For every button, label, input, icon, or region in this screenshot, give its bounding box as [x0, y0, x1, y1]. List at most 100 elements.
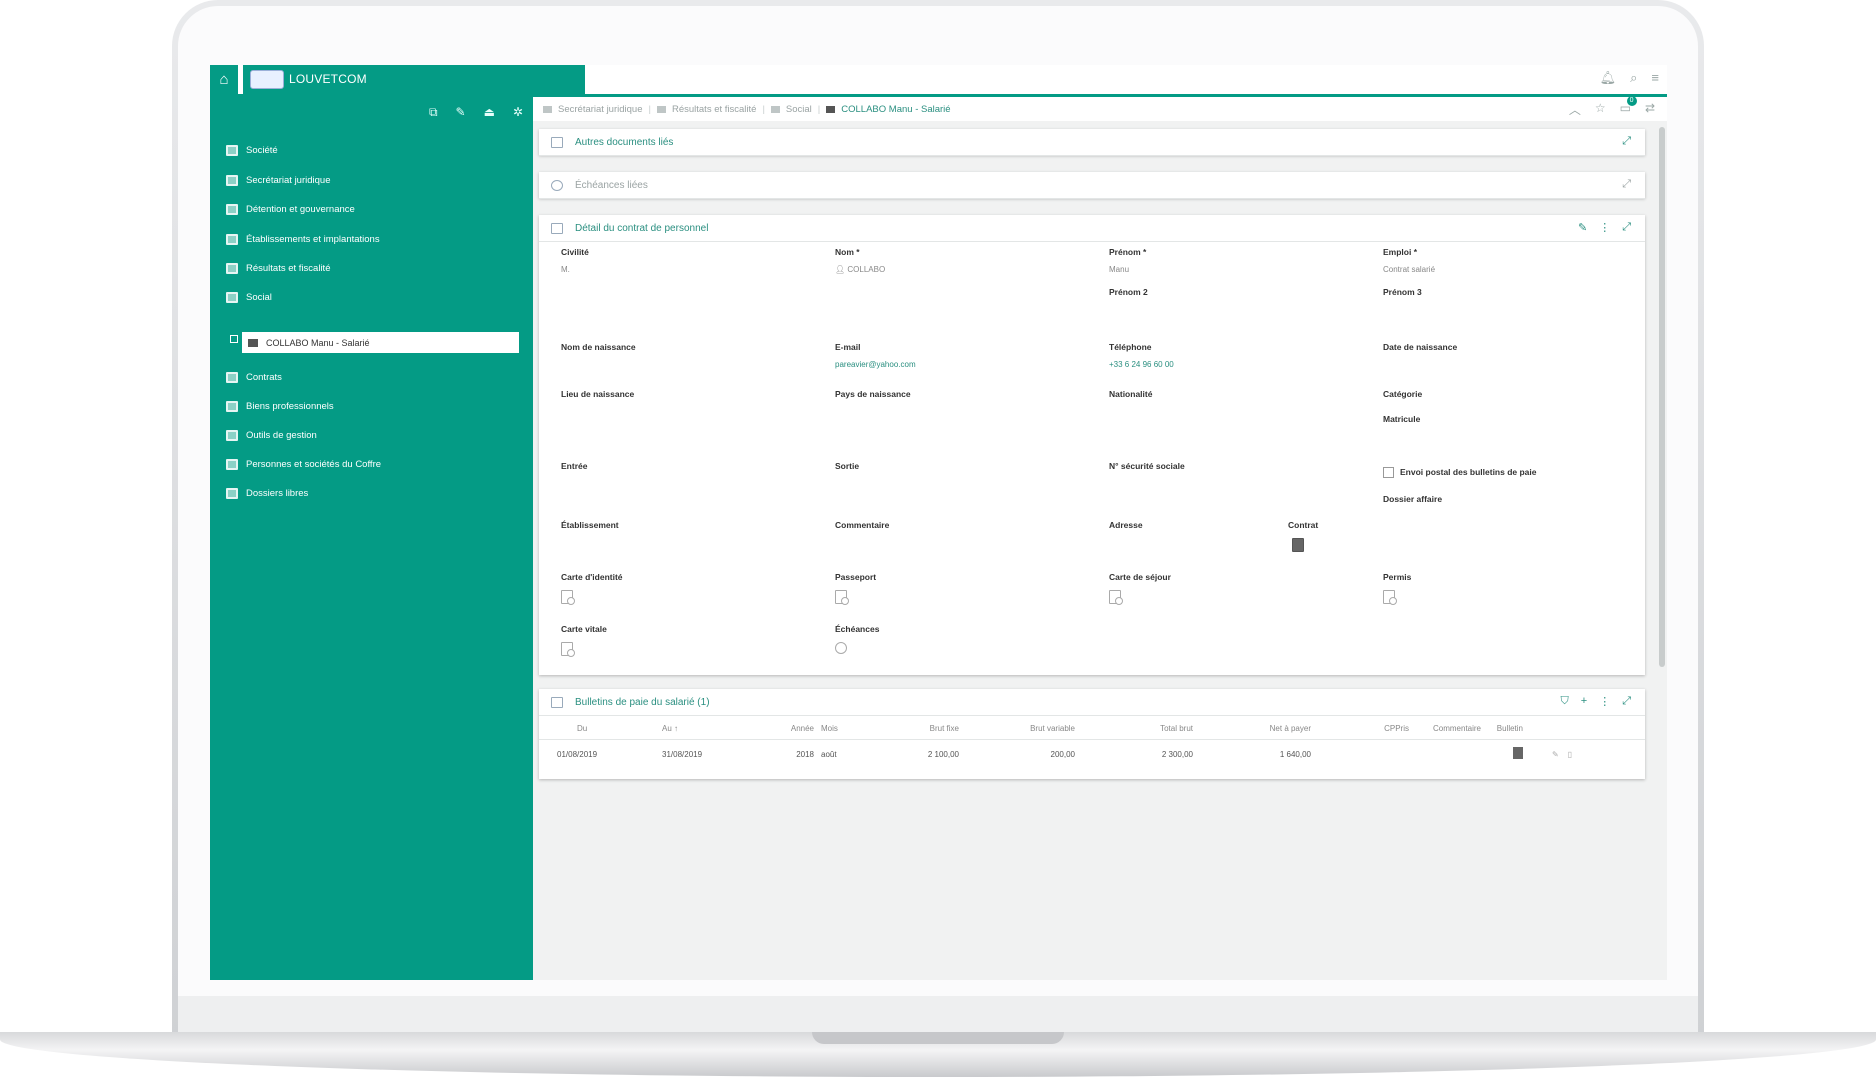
field-label: Passeport: [835, 572, 877, 582]
panel-autres-documents: Autres documents liés ⤢: [539, 129, 1645, 156]
more-vert-icon[interactable]: ⋮: [1599, 221, 1610, 234]
sidebar-subitem-label: COLLABO Manu - Salarié: [266, 337, 370, 348]
column-header[interactable]: Mois: [815, 717, 902, 740]
sidebar-item-biens[interactable]: Biens professionnels: [226, 401, 334, 412]
field-label: Pays de naissance: [835, 389, 911, 399]
sidebar-item-resultats[interactable]: Résultats et fiscalité: [226, 263, 330, 274]
column-header[interactable]: Année: [783, 717, 815, 740]
column-header[interactable]: Brut fixe: [902, 717, 960, 740]
panel-header: Bulletins de paie du salarié (1) ⛉ + ⋮ ⤢: [539, 689, 1645, 716]
upload-file-icon[interactable]: [1109, 590, 1123, 605]
field-categorie: Catégorie: [1383, 389, 1422, 399]
sidebar-item-label: Établissements et implantations: [246, 234, 380, 245]
field-value-wrap: 👤︎ COLLABO: [835, 265, 885, 274]
sidebar-item-etablissements[interactable]: Établissements et implantations: [226, 234, 380, 245]
breadcrumb-link[interactable]: Secrétariat juridique: [558, 104, 643, 115]
sidebar-item-contrats[interactable]: Contrats: [226, 372, 282, 383]
sidebar-subitem-collabo[interactable]: COLLABO Manu - Salarié: [242, 332, 519, 353]
filter-icon[interactable]: ⛉: [1561, 695, 1569, 708]
expand-icon[interactable]: ⤢: [1622, 695, 1631, 708]
phone-link[interactable]: +33 6 24 96 60 00: [1109, 360, 1174, 369]
upload-file-icon[interactable]: [561, 642, 575, 657]
edit-icon[interactable]: ✎: [1578, 221, 1587, 234]
home-button[interactable]: ⌂: [210, 65, 238, 94]
column-header[interactable]: Bulletin: [1482, 717, 1524, 740]
envoi-postal-checkbox[interactable]: [1383, 467, 1394, 479]
field-permis: Permis: [1383, 572, 1412, 605]
column-header[interactable]: Commentaire: [1410, 717, 1482, 740]
menu-icon[interactable]: ≡: [1651, 70, 1659, 86]
column-header[interactable]: Net à payer: [1194, 717, 1312, 740]
field-telephone: Téléphone +33 6 24 96 60 00: [1109, 342, 1174, 369]
expand-icon[interactable]: ⤢: [1622, 178, 1631, 191]
comments-icon[interactable]: ▭ 0: [1620, 96, 1637, 118]
sidebar-item-personnes[interactable]: Personnes et sociétés du Coffre: [226, 459, 381, 470]
sidebar-item-outils[interactable]: Outils de gestion: [226, 430, 317, 441]
alarm-icon[interactable]: [835, 642, 847, 654]
sidebar-item-social[interactable]: Social: [226, 292, 272, 303]
payslip-icon: [551, 696, 563, 708]
chevron-up-icon[interactable]: ︿: [1569, 101, 1581, 118]
upload-file-icon[interactable]: [835, 590, 849, 605]
field-echeances: Échéances: [835, 624, 879, 654]
add-icon[interactable]: +: [1581, 695, 1587, 708]
folder-icon: [226, 204, 238, 215]
sidebar-item-societe[interactable]: Société: [226, 145, 278, 156]
cell-annee: 2018: [796, 749, 814, 759]
field-label: Prénom *: [1109, 247, 1147, 257]
field-label: Téléphone: [1109, 342, 1152, 352]
upload-file-icon[interactable]: [561, 590, 575, 605]
panel-header[interactable]: Autres documents liés ⤢: [539, 129, 1645, 156]
panel-actions: ⤢: [1622, 135, 1631, 148]
breadcrumb-link[interactable]: Social: [786, 104, 812, 115]
bell-icon[interactable]: 🔔︎: [1600, 70, 1617, 86]
folder-icon: [226, 459, 238, 470]
edit-icon[interactable]: ✎: [1552, 750, 1559, 759]
field-emploi: Emploi * Contrat salarié: [1383, 247, 1435, 274]
panel-header[interactable]: Échéances liées ⤢: [539, 172, 1645, 199]
table-row[interactable]: 01/08/2019 31/08/2019 2018 août 2 100,00…: [539, 740, 1645, 769]
field-label: Dossier affaire: [1383, 494, 1443, 504]
upload-file-icon[interactable]: [1383, 590, 1397, 605]
sidebar-item-detention[interactable]: Détention et gouvernance: [226, 204, 355, 215]
share-icon[interactable]: ⇄: [1645, 101, 1655, 118]
delete-icon[interactable]: ▯: [1568, 750, 1572, 759]
panel-bulletins: Bulletins de paie du salarié (1) ⛉ + ⋮ ⤢…: [539, 689, 1645, 779]
expand-icon[interactable]: ⤢: [1622, 221, 1631, 234]
search-icon[interactable]: ⌕: [1630, 70, 1637, 86]
column-header[interactable]: Brut variable: [960, 717, 1076, 740]
expand-icon[interactable]: ⤢: [1622, 135, 1631, 148]
column-header[interactable]: CPPris: [1312, 717, 1410, 740]
folder-icon: [226, 263, 238, 274]
breadcrumb-current: COLLABO Manu - Salarié: [841, 103, 951, 115]
field-nom-naissance: Nom de naissance: [561, 342, 636, 352]
field-envoi-postal[interactable]: Envoi postal des bulletins de paie: [1383, 467, 1537, 479]
field-value: Manu: [1109, 265, 1130, 274]
user-edit-icon[interactable]: ✎: [456, 105, 466, 120]
panel-title: Détail du contrat de personnel: [575, 222, 709, 234]
top-bar: ⌂ LOUVETCOM 🔔︎ ⌕ ≡: [210, 65, 1667, 97]
brand-name: LOUVETCOM: [289, 72, 367, 86]
breadcrumb-link[interactable]: Résultats et fiscalité: [672, 104, 756, 115]
panel-header: Détail du contrat de personnel ✎ ⋮ ⤢: [539, 215, 1645, 242]
column-header[interactable]: Au ↑: [648, 717, 783, 740]
field-label: Date de naissance: [1383, 342, 1458, 352]
scrollbar[interactable]: [1659, 127, 1665, 667]
more-vert-icon[interactable]: ⋮: [1599, 695, 1610, 708]
pdf-file-icon[interactable]: [1513, 747, 1523, 759]
panel-title: Échéances liées: [575, 179, 648, 191]
sidebar: ⧉ ✎ ⏏ ✲ Société Secrétariat juridique Dé…: [210, 97, 533, 980]
column-header[interactable]: Du: [539, 717, 648, 740]
upload-icon[interactable]: ⏏: [484, 105, 495, 120]
expand-marker[interactable]: [230, 335, 238, 343]
field-label: Permis: [1383, 572, 1412, 582]
sidebar-item-dossiers[interactable]: Dossiers libres: [226, 488, 308, 499]
sidebar-item-label: Contrats: [246, 372, 282, 383]
contract-file-icon[interactable]: [1292, 538, 1304, 552]
settings-icon[interactable]: ✲: [513, 105, 523, 120]
add-page-icon[interactable]: ⧉: [429, 105, 438, 120]
column-header[interactable]: Total brut: [1076, 717, 1194, 740]
sidebar-item-secretariat[interactable]: Secrétariat juridique: [226, 175, 331, 186]
email-link[interactable]: pareavier@yahoo.com: [835, 360, 916, 369]
pin-icon[interactable]: ☆: [1595, 101, 1606, 118]
